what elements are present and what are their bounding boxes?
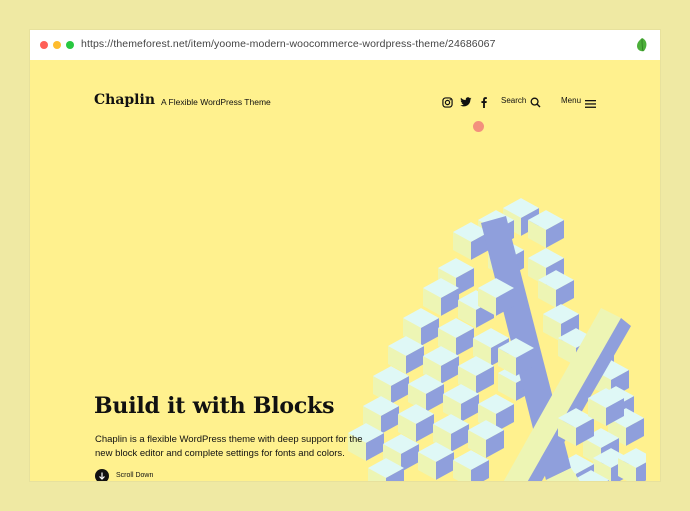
search-icon[interactable] bbox=[530, 95, 541, 108]
hero-description: Chaplin is a flexible WordPress theme wi… bbox=[95, 434, 363, 459]
scroll-down-button[interactable] bbox=[95, 469, 109, 481]
instagram-icon[interactable] bbox=[442, 95, 454, 108]
mouse-cursor-indicator bbox=[473, 121, 484, 132]
minimize-window-button[interactable] bbox=[53, 41, 61, 49]
block-cube bbox=[618, 448, 646, 481]
hero-title: Build it with Blocks bbox=[94, 393, 335, 419]
hamburger-menu-icon[interactable] bbox=[585, 96, 596, 108]
isometric-blocks-illustration bbox=[348, 198, 646, 481]
address-bar[interactable]: https://themeforest.net/item/yoome-moder… bbox=[81, 38, 496, 50]
maximize-window-button[interactable] bbox=[66, 41, 74, 49]
twitter-icon[interactable] bbox=[460, 95, 472, 107]
scroll-down-label[interactable]: Scroll Down bbox=[116, 472, 153, 479]
close-window-button[interactable] bbox=[40, 41, 48, 49]
site-tagline: A Flexible WordPress Theme bbox=[161, 97, 271, 107]
search-label[interactable]: Search bbox=[501, 96, 526, 105]
arrow-down-icon bbox=[99, 472, 105, 480]
leaf-icon[interactable] bbox=[634, 37, 650, 53]
facebook-icon[interactable] bbox=[480, 95, 492, 108]
browser-toolbar: https://themeforest.net/item/yoome-moder… bbox=[30, 30, 660, 60]
browser-window: https://themeforest.net/item/yoome-moder… bbox=[30, 30, 660, 481]
page-content: Chaplin A Flexible WordPress Theme Searc… bbox=[30, 60, 660, 481]
menu-label[interactable]: Menu bbox=[561, 96, 581, 105]
site-logo[interactable]: Chaplin bbox=[94, 92, 155, 108]
